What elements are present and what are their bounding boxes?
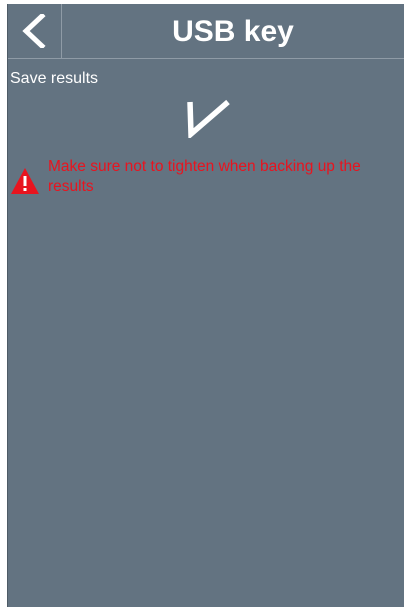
back-button[interactable] bbox=[8, 4, 62, 58]
chevron-left-icon bbox=[22, 14, 46, 48]
usb-key-screen: USB key Save results Make sure not to ti… bbox=[8, 4, 404, 607]
warning-text: Make sure not to tighten when backing up… bbox=[48, 158, 361, 195]
page-title: USB key bbox=[172, 15, 294, 48]
checkmark-icon bbox=[187, 99, 230, 138]
save-results-label: Save results bbox=[10, 70, 99, 87]
header-bar: USB key bbox=[8, 4, 404, 59]
warning-triangle-icon bbox=[11, 168, 39, 194]
